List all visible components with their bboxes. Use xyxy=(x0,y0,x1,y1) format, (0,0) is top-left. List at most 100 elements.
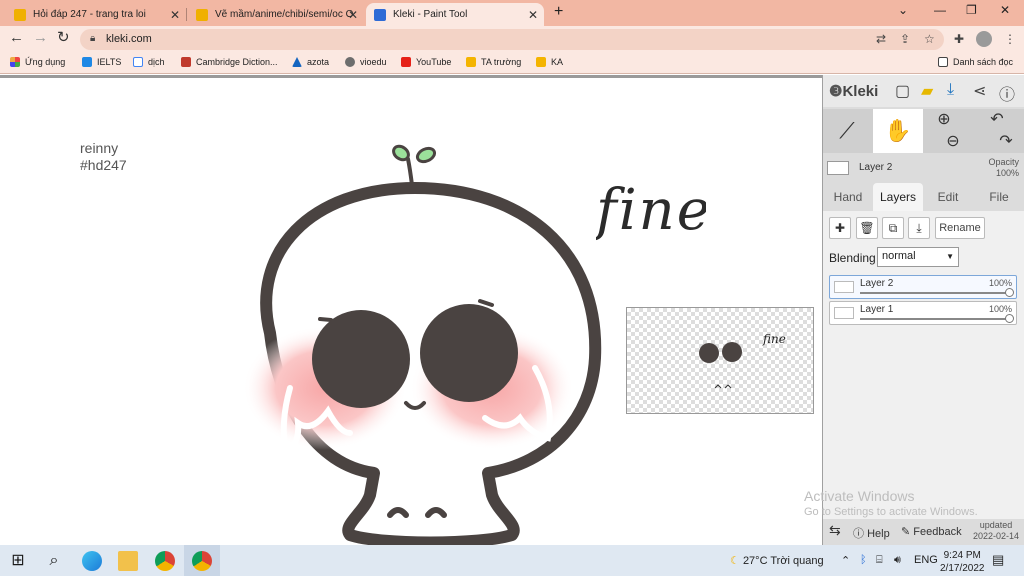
browser-tab-active[interactable]: Kleki - Paint Tool ✕ xyxy=(366,3,544,26)
bookmark-label: TA trường xyxy=(481,57,522,67)
close-window-icon[interactable]: ✕ xyxy=(1000,3,1010,17)
back-icon[interactable]: ← xyxy=(9,30,24,46)
language-indicator[interactable]: ENG xyxy=(914,554,938,566)
tab-hand[interactable]: Hand xyxy=(827,183,869,211)
current-layer-name: Layer 2 xyxy=(859,162,893,173)
minimize-icon[interactable]: — xyxy=(934,3,946,17)
reading-list[interactable]: Danh sách đọc xyxy=(938,57,1013,67)
tab-file[interactable]: File xyxy=(977,183,1021,211)
extensions-icon[interactable]: ✚ xyxy=(954,32,964,46)
open-folder-icon[interactable]: ▰ xyxy=(921,81,933,101)
navigator-preview[interactable]: fine xyxy=(626,307,814,414)
blending-select[interactable]: normal ▼ xyxy=(877,247,959,267)
bluetooth-icon[interactable]: ᛒ xyxy=(860,554,867,566)
profile-avatar[interactable] xyxy=(976,31,992,47)
zoom-out-icon[interactable]: ⊖ xyxy=(945,131,961,153)
zoom-in-icon[interactable]: ⊕ xyxy=(927,109,961,131)
bookmark-label: KA xyxy=(551,57,564,67)
close-tab-icon[interactable]: ✕ xyxy=(528,8,538,22)
share-icon[interactable]: ⇪ xyxy=(900,32,910,46)
merge-layer-button[interactable]: ⤓ xyxy=(908,217,930,239)
duplicate-layer-button[interactable]: ⧉ xyxy=(882,217,904,239)
close-tab-icon[interactable]: ✕ xyxy=(170,8,180,22)
layer-name: Layer 1 xyxy=(860,304,894,315)
tab-search-icon[interactable]: ⌄ xyxy=(898,3,908,17)
layer-row[interactable]: Layer 1 100% xyxy=(829,301,1017,325)
show-hidden-icons-icon[interactable]: ⌃ xyxy=(841,554,850,567)
help-icon[interactable]: ⓘ xyxy=(999,81,1015,105)
lock-icon: 🔒︎ xyxy=(90,33,96,44)
canvas-handwriting-text: fine xyxy=(596,178,706,243)
watermark-subtitle: Go to Settings to activate Windows. xyxy=(804,506,978,518)
chrome-icon[interactable] xyxy=(155,551,175,571)
panel-tabs: Hand Layers Edit File xyxy=(823,183,1024,211)
bookmark-label: vioedu xyxy=(360,57,387,67)
hand-tool[interactable]: ✋ xyxy=(873,109,923,153)
bookmark-youtube[interactable]: YouTube xyxy=(401,57,451,67)
updated-info: updated 2022-02-14 xyxy=(973,520,1019,542)
tab-edit[interactable]: Edit xyxy=(927,183,969,211)
kleki-logo[interactable]: ❸Kleki xyxy=(829,82,878,100)
download-icon[interactable]: ⤓ xyxy=(947,81,954,99)
bookmark-apps[interactable]: Ứng dụng xyxy=(10,57,65,67)
new-image-icon[interactable]: ▢ xyxy=(895,81,910,101)
brush-tool[interactable]: ⟋ xyxy=(823,109,871,153)
chrome-icon[interactable] xyxy=(192,551,212,571)
tab-layers[interactable]: Layers xyxy=(873,183,923,211)
layer-opacity-slider[interactable] xyxy=(860,318,1006,320)
layer-row[interactable]: Layer 2 100% xyxy=(829,275,1017,299)
forward-icon[interactable]: → xyxy=(33,30,48,46)
weather-widget[interactable]: ☾ 27°C Trời quang xyxy=(730,554,824,567)
reading-list-label: Danh sách đọc xyxy=(953,57,1014,67)
start-windows-icon[interactable]: ⊞ xyxy=(8,551,28,571)
kleki-top-bar: ❸Kleki ▢ ▰ ⤓ ⋖ ⓘ xyxy=(823,75,1024,107)
restore-icon[interactable]: ❐ xyxy=(966,3,977,17)
layer-opacity-handle[interactable] xyxy=(1005,314,1014,323)
bookmark-star-icon[interactable]: ☆ xyxy=(924,32,935,46)
apps-grid-icon xyxy=(10,57,20,67)
credit-name: reinny xyxy=(80,140,119,156)
clock-date: 2/17/2022 xyxy=(940,563,985,574)
bookmark-label: YouTube xyxy=(416,57,452,67)
new-tab-button[interactable]: + xyxy=(554,3,563,21)
network-icon[interactable]: ⌸ xyxy=(876,554,883,567)
brush-icon: ⟋ xyxy=(839,118,855,143)
updated-label: updated xyxy=(979,520,1013,530)
rename-layer-button[interactable]: Rename xyxy=(935,217,985,239)
layer-opacity-handle[interactable] xyxy=(1005,288,1014,297)
add-layer-button[interactable]: ✚ xyxy=(829,217,851,239)
bookmark-ta-truong[interactable]: TA trường xyxy=(466,57,521,67)
volume-icon[interactable]: 🔊︎ xyxy=(894,554,901,567)
feedback-button[interactable]: ✎ Feedback xyxy=(901,525,962,538)
redo-icon[interactable]: ↷ xyxy=(993,131,1019,153)
translate-icon[interactable]: ⇄ xyxy=(876,32,886,46)
undo-icon[interactable]: ↶ xyxy=(975,109,1019,131)
edge-icon[interactable] xyxy=(82,551,102,571)
drawing-canvas[interactable]: reinny #hd247 fine fine xyxy=(0,75,822,549)
windows-activation-watermark: Activate Windows Go to Settings to activ… xyxy=(804,488,978,518)
system-clock[interactable]: 9:24 PM 2/17/2022 xyxy=(940,549,985,575)
bookmark-vioedu[interactable]: vioedu xyxy=(345,57,387,67)
delete-layer-button[interactable]: 🗑︎ xyxy=(856,217,878,239)
search-icon[interactable]: ⌕ xyxy=(44,551,64,571)
bookmark-azota[interactable]: azota xyxy=(292,57,329,67)
bookmark-ka[interactable]: KA xyxy=(536,57,563,67)
browser-tab[interactable]: Hỏi đáp 247 - trang tra loi ✕ xyxy=(6,3,186,26)
bookmark-dich[interactable]: dịch xyxy=(133,57,165,67)
layer-opacity-slider[interactable] xyxy=(860,292,1006,294)
skull-illustration xyxy=(243,144,602,549)
share-icon[interactable]: ⋖ xyxy=(973,81,986,101)
file-explorer-icon[interactable] xyxy=(118,551,138,571)
bookmark-cambridge[interactable]: Cambridge Diction... xyxy=(181,57,278,67)
notifications-icon[interactable]: ▤ xyxy=(992,552,1004,568)
artist-credit: reinny #hd247 xyxy=(80,140,127,174)
address-bar[interactable]: 🔒︎ kleki.com ⇄ ⇪ ☆ xyxy=(80,29,944,50)
browser-tab[interactable]: Vẽ mầm/anime/chibi/semi/oc O ✕ xyxy=(188,3,364,26)
swap-side-icon[interactable]: ⇆ xyxy=(829,522,841,539)
close-tab-icon[interactable]: ✕ xyxy=(348,8,358,22)
help-button[interactable]: ⓘ Help xyxy=(853,525,890,541)
reload-icon[interactable]: ↻ xyxy=(57,30,70,46)
updated-date: 2022-02-14 xyxy=(973,531,1020,541)
menu-kebab-icon[interactable]: ⋮ xyxy=(1004,32,1016,46)
bookmark-ielts[interactable]: IELTS xyxy=(82,57,121,67)
